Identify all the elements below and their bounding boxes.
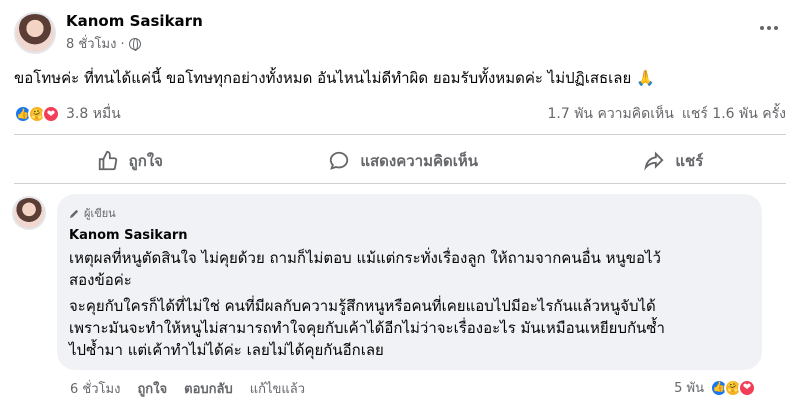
comment-reaction-count: 5 พัน bbox=[674, 381, 704, 396]
comments-count[interactable]: 1.7 พัน ความคิดเห็น bbox=[547, 103, 673, 125]
post-stats: 👍 🤗 ❤ 3.8 หมื่น 1.7 พัน ความคิดเห็น แชร์… bbox=[14, 103, 786, 125]
more-options-icon[interactable] bbox=[760, 26, 778, 30]
comment-like-button[interactable]: ถูกใจ bbox=[137, 378, 167, 399]
pencil-icon bbox=[69, 209, 79, 218]
author-badge-label: ผู้เขียน bbox=[84, 207, 116, 220]
comment-bubble: ผู้เขียน Kanom Sasikarn เหตุผลที่หนูตัดส… bbox=[57, 194, 762, 370]
post-header: Kanom Sasikarn 8 ชั่วโมง · bbox=[14, 12, 203, 54]
thumbs-up-icon bbox=[98, 150, 117, 171]
divider bbox=[14, 134, 786, 135]
like-button[interactable]: ถูกใจ bbox=[97, 149, 163, 173]
globe-icon bbox=[128, 37, 141, 51]
comment-edited-label[interactable]: แก้ไขแล้ว bbox=[250, 378, 305, 399]
comment-button[interactable]: แสดงความคิดเห็น bbox=[328, 149, 478, 173]
reaction-count: 3.8 หมื่น bbox=[66, 106, 121, 122]
post-time[interactable]: 8 ชั่วโมง · bbox=[66, 33, 125, 54]
share-icon bbox=[644, 151, 664, 171]
share-button[interactable]: แชร์ bbox=[643, 149, 703, 173]
comment-line: สองข้อค่ะ bbox=[69, 271, 132, 289]
love-reaction-icon: ❤ bbox=[42, 105, 60, 123]
divider bbox=[14, 183, 786, 184]
reaction-summary[interactable]: 👍 🤗 ❤ 3.8 หมื่น bbox=[14, 103, 121, 125]
post-text: ขอโทษค่ะ ที่ทนได้แค่นี้ ขอโทษทุกอย่างทั้… bbox=[14, 69, 655, 87]
author-badge: ผู้เขียน bbox=[69, 204, 750, 222]
author-avatar[interactable] bbox=[14, 12, 56, 54]
post-actions: ถูกใจ แสดงความคิดเห็น แชร์ bbox=[14, 144, 786, 178]
comment-author[interactable]: Kanom Sasikarn bbox=[69, 228, 750, 243]
comment-label: แสดงความคิดเห็น bbox=[360, 152, 479, 170]
comment-line: เหตุผลที่หนูตัดสินใจ ไม่คุยด้วย ถามก็ไม่… bbox=[69, 249, 661, 267]
comment-line: เพราะมันจะทำให้หนูไม่สามารถทำใจคุยกับเค้… bbox=[69, 319, 665, 337]
comment-line: จะคุยกับใครก็ได้ที่ไม่ใช่ คนที่มีผลกับคว… bbox=[69, 297, 656, 315]
author-name[interactable]: Kanom Sasikarn bbox=[66, 12, 203, 31]
comment-reactions[interactable]: 5 พัน 👍 🤗 ❤ bbox=[674, 377, 756, 398]
love-reaction-icon: ❤ bbox=[738, 378, 756, 397]
share-label: แชร์ bbox=[675, 152, 704, 170]
shares-count[interactable]: แชร์ 1.6 พัน ครั้ง bbox=[682, 103, 786, 125]
comment-icon bbox=[330, 151, 349, 170]
comment-avatar[interactable] bbox=[12, 196, 46, 230]
comment-line: ไปซ้ำมา แต่เค้าทำไม่ได้ค่ะ เลยไม่ได้คุยก… bbox=[69, 341, 384, 359]
comment-reply-button[interactable]: ตอบกลับ bbox=[184, 378, 233, 399]
like-label: ถูกใจ bbox=[128, 152, 163, 170]
comment-actions: 6 ชั่วโมง ถูกใจ ตอบกลับ แก้ไขแล้ว bbox=[70, 378, 305, 399]
comment-time[interactable]: 6 ชั่วโมง bbox=[70, 378, 120, 399]
